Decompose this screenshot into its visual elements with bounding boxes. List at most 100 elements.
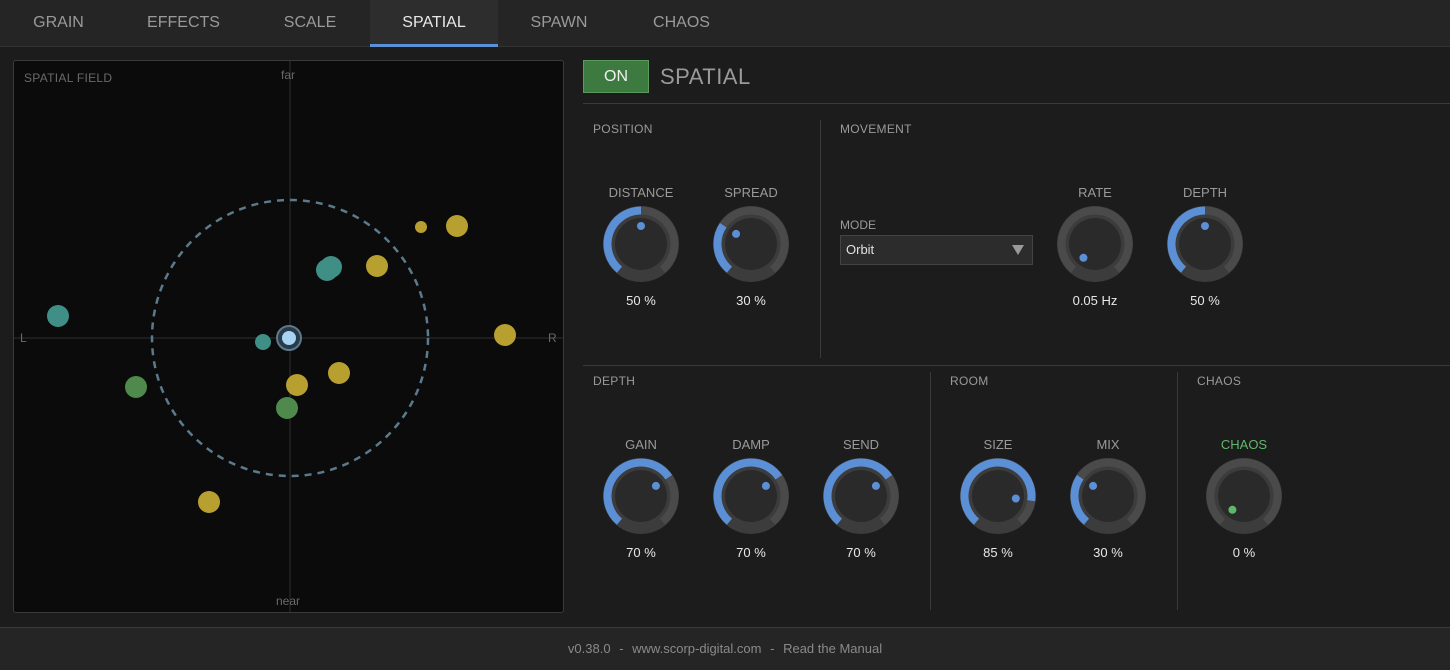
tab-effects[interactable]: EFFECTS	[117, 0, 250, 46]
knob-label: MIX	[1096, 437, 1120, 452]
knob-indicator-dot	[637, 222, 645, 230]
label-far: far	[281, 68, 296, 82]
knob-label: SEND	[842, 437, 880, 452]
manual-link[interactable]: Read the Manual	[783, 641, 882, 656]
spatial-field-canvas[interactable]	[14, 61, 564, 613]
knob-value: 50 %	[626, 293, 656, 308]
panel-title: SPATIAL	[660, 64, 751, 89]
knob-indicator-dot	[651, 481, 660, 490]
divider	[820, 120, 821, 358]
divider	[930, 372, 931, 610]
knob-rate: RATE 0.05 Hz	[1040, 185, 1150, 308]
knob-label: RATE	[1078, 185, 1112, 200]
knob-value: 50 %	[1190, 293, 1220, 308]
distance-knob[interactable]	[602, 205, 680, 283]
knob-indicator-dot	[761, 481, 770, 490]
knob-indicator-dot	[732, 229, 741, 238]
knob-label: SPREAD	[724, 185, 778, 200]
knob-indicator-dot	[871, 481, 880, 490]
knob-gain: GAIN 70 %	[586, 437, 696, 560]
section-room: ROOM	[950, 374, 989, 388]
knob-depth: DEPTH 50 %	[1150, 185, 1260, 308]
knob-chaos: CHAOS 0 %	[1189, 437, 1299, 560]
grain-dot	[286, 374, 308, 396]
tab-grain[interactable]: GRAIN	[0, 0, 117, 46]
knob-value: 30 %	[1093, 545, 1123, 560]
chevron-down-icon	[1012, 245, 1024, 255]
spatial-field[interactable]: SPATIAL FIELD far near L R	[13, 60, 564, 613]
knob-center	[1069, 218, 1121, 270]
tab-bar: GRAIN EFFECTS SCALE SPATIAL SPAWN CHAOS	[0, 0, 1450, 47]
knob-label: DISTANCE	[608, 185, 674, 200]
spatial-on-button[interactable]: ON	[583, 60, 649, 93]
website-link[interactable]: www.scorp-digital.com	[632, 641, 761, 656]
knob-indicator-dot	[1089, 481, 1098, 490]
label-right: R	[548, 331, 557, 345]
mode-select-value: Orbit	[846, 242, 875, 257]
chaos-knob[interactable]	[1205, 457, 1283, 535]
grain-dot	[320, 256, 342, 278]
knob-send: SEND 70 %	[806, 437, 916, 560]
spread-knob[interactable]	[712, 205, 790, 283]
gain-knob[interactable]	[602, 457, 680, 535]
knob-center	[1082, 470, 1134, 522]
tab-spawn[interactable]: SPAWN	[498, 0, 620, 46]
knob-size: SIZE 85 %	[943, 437, 1053, 560]
mode-label: MODE	[840, 218, 876, 232]
grain-dot	[198, 491, 220, 513]
knob-label: DAMP	[732, 437, 770, 452]
label-left: L	[20, 331, 27, 345]
knob-value: 0 %	[1232, 545, 1256, 560]
listener-dot[interactable]	[282, 331, 296, 345]
knob-value: 70 %	[626, 545, 656, 560]
send-knob[interactable]	[822, 457, 900, 535]
grain-dot	[276, 397, 298, 419]
damp-knob[interactable]	[712, 457, 790, 535]
knob-center	[615, 470, 667, 522]
rate-knob[interactable]	[1056, 205, 1134, 283]
knob-indicator-dot	[1228, 505, 1237, 514]
section-movement: MOVEMENT	[840, 122, 912, 136]
grain-dot	[47, 305, 69, 327]
knob-value: 0.05 Hz	[1072, 293, 1118, 308]
section-depth: DEPTH	[593, 374, 636, 388]
tab-spatial[interactable]: SPATIAL	[370, 0, 498, 47]
divider	[583, 103, 1450, 104]
footer-separator: -	[770, 641, 775, 656]
grain-dot	[494, 324, 516, 346]
knob-label: SIZE	[983, 437, 1013, 452]
knob-damp: DAMP 70 %	[696, 437, 806, 560]
knob-indicator-dot	[1011, 494, 1020, 503]
knob-value: 70 %	[846, 545, 876, 560]
knob-center	[835, 470, 887, 522]
knob-center	[1218, 470, 1270, 522]
knob-label: GAIN	[625, 437, 657, 452]
grain-dot	[415, 221, 427, 233]
knob-center	[725, 470, 777, 522]
tab-chaos[interactable]: CHAOS	[620, 0, 743, 46]
knob-value: 30 %	[736, 293, 766, 308]
knob-indicator-dot	[1201, 222, 1209, 230]
mix-knob[interactable]	[1069, 457, 1147, 535]
grain-dot	[255, 334, 271, 350]
grain-dot	[446, 215, 468, 237]
field-title: SPATIAL FIELD	[24, 71, 113, 85]
knob-center	[725, 218, 777, 270]
size-knob[interactable]	[959, 457, 1037, 535]
knob-value: 85 %	[983, 545, 1013, 560]
divider	[1177, 372, 1178, 610]
label-near: near	[276, 594, 301, 608]
knob-spread: SPREAD 30 %	[696, 185, 806, 308]
knob-value: 70 %	[736, 545, 766, 560]
knob-distance: DISTANCE 50 %	[586, 185, 696, 308]
movement-depth-knob[interactable]	[1166, 205, 1244, 283]
footer-separator: -	[619, 641, 624, 656]
mode-select[interactable]: Orbit	[840, 235, 1033, 265]
grain-dot	[125, 376, 147, 398]
knob-indicator-dot	[1079, 253, 1088, 262]
grain-dot	[366, 255, 388, 277]
section-chaos: CHAOS	[1197, 374, 1242, 388]
knob-mix: MIX 30 %	[1053, 437, 1163, 560]
version-text: v0.38.0	[567, 641, 611, 656]
tab-scale[interactable]: SCALE	[250, 0, 370, 46]
